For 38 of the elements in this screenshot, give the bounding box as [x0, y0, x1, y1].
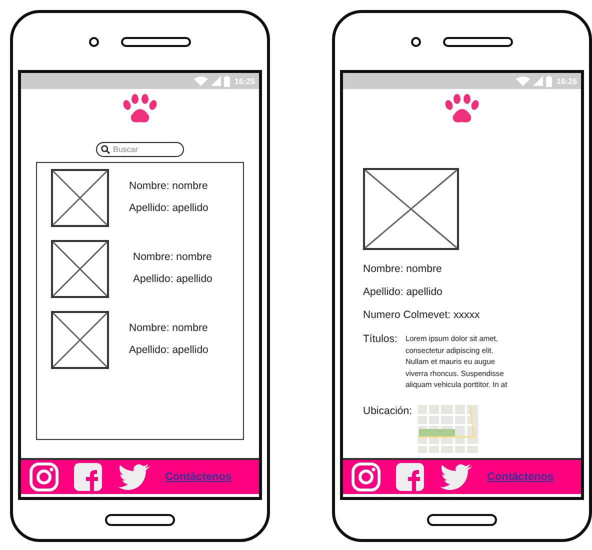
speaker-slot — [443, 36, 513, 46]
letter-f-icon[interactable] — [395, 462, 425, 492]
bird-icon[interactable] — [439, 463, 473, 491]
camera-icon[interactable] — [351, 462, 381, 492]
camera-dot — [89, 36, 99, 46]
signal-icon — [210, 76, 221, 86]
surname-label: Apellido: apellido — [133, 273, 212, 285]
search-field[interactable]: Buscar — [96, 142, 184, 157]
camera-icon[interactable] — [29, 462, 59, 492]
speaker-slot — [121, 36, 191, 46]
camera-dot — [411, 36, 421, 46]
signal-icon — [532, 76, 543, 86]
letter-f-icon[interactable] — [73, 462, 103, 492]
detail-field: Numero Colmevet: xxxxx — [363, 309, 581, 321]
name-label: Nombre: nombre — [129, 322, 208, 334]
location-label: Ubicación: — [363, 404, 412, 418]
wifi-icon — [516, 76, 530, 86]
search-icon — [101, 145, 110, 154]
titles-label: Títulos: — [363, 333, 398, 347]
image-placeholder — [51, 169, 109, 227]
name-label: Nombre: nombre — [133, 251, 212, 263]
battery-icon — [546, 76, 552, 86]
home-button[interactable] — [105, 514, 175, 526]
surname-label: Apellido: apellido — [129, 344, 208, 356]
name-label: Nombre: nombre — [129, 180, 208, 192]
contact-link[interactable]: Contáctenos — [165, 471, 232, 483]
bird-icon[interactable] — [117, 463, 151, 491]
image-placeholder — [51, 240, 109, 298]
battery-icon — [224, 76, 230, 86]
detail-field: Nombre: nombre — [363, 263, 581, 275]
detail-field: Apellido: apellido — [363, 286, 581, 298]
wifi-icon — [194, 76, 208, 86]
paw-icon — [123, 94, 157, 124]
contact-link[interactable]: Contáctenos — [487, 471, 554, 483]
image-placeholder — [51, 311, 109, 369]
home-button[interactable] — [427, 514, 497, 526]
surname-label: Apellido: apellido — [129, 202, 208, 214]
paw-icon — [445, 94, 479, 124]
